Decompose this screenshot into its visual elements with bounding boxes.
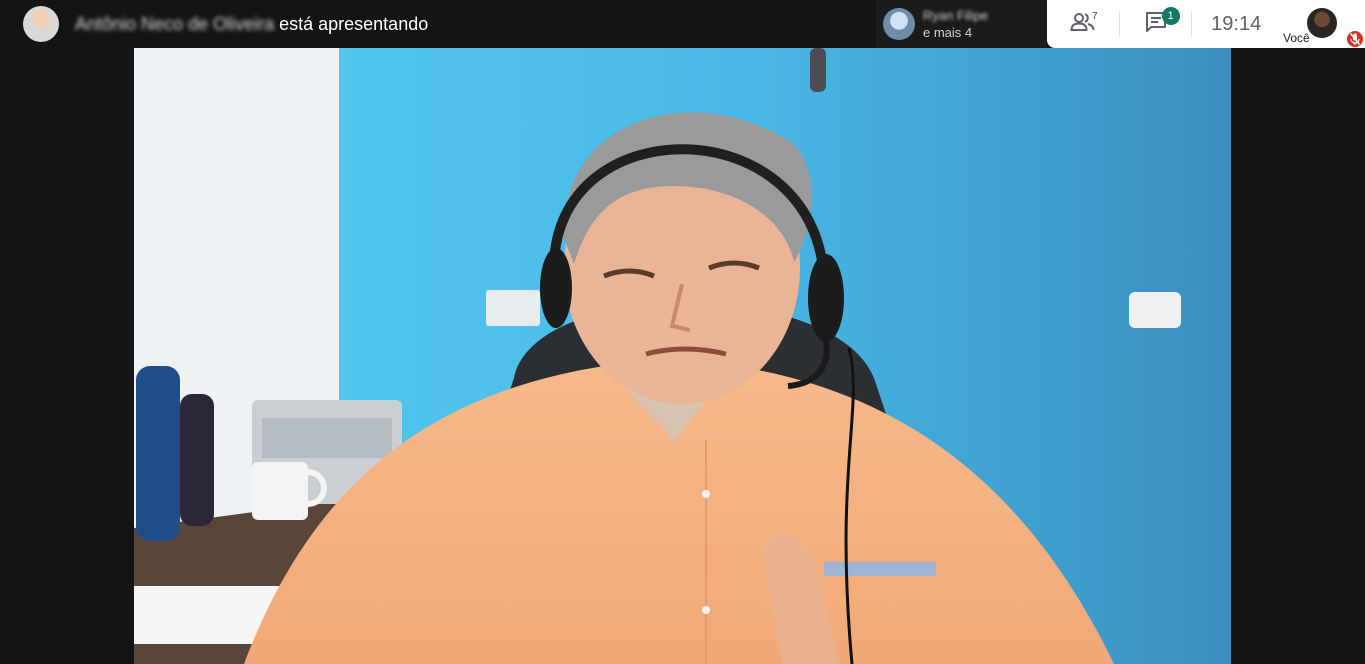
self-view-tile[interactable]: Você <box>1280 0 1365 48</box>
presenting-label: está apresentando <box>279 13 429 34</box>
chat-unread-badge: 1 <box>1161 7 1180 25</box>
people-button[interactable]: 7 <box>1047 0 1119 48</box>
participant-info: Ryan Filipe e mais 4 <box>923 7 988 41</box>
presentation-video <box>134 48 1231 664</box>
presenter-name: Antônio Neco de Oliveira <box>75 13 275 34</box>
participant-name: Ryan Filipe <box>923 8 989 23</box>
chat-button[interactable]: 1 <box>1120 0 1192 48</box>
participant-strip[interactable]: Ryan Filipe e mais 4 <box>876 0 1047 48</box>
self-avatar <box>1307 8 1337 38</box>
top-toolbar: 7 1 19:14 <box>1047 0 1280 48</box>
meet-window: Antônio Neco de Oliveira está apresentan… <box>0 0 1365 664</box>
presenter-banner: Antônio Neco de Oliveira está apresentan… <box>0 0 428 48</box>
participant-avatar <box>883 8 915 40</box>
participant-more-count: e mais 4 <box>923 25 973 40</box>
presenter-avatar <box>23 6 59 42</box>
mic-off-icon <box>1347 31 1363 47</box>
video-scene <box>134 48 1231 664</box>
people-count: 7 <box>1092 11 1098 22</box>
clock: 19:14 <box>1211 12 1262 35</box>
self-label: Você <box>1283 31 1310 45</box>
